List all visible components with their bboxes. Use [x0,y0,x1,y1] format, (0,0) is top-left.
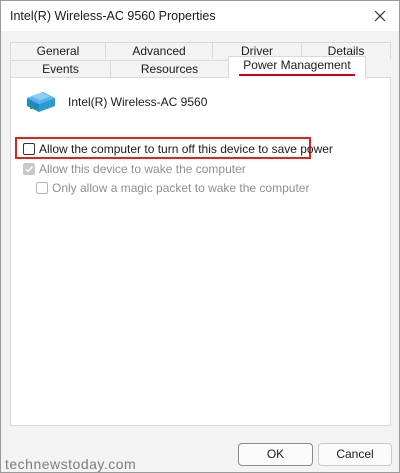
option-label: Allow this device to wake the computer [39,162,246,176]
magic-packet-checkbox[interactable] [36,182,48,194]
option-label: Allow the computer to turn off this devi… [39,142,333,156]
window-title: Intel(R) Wireless-AC 9560 Properties [10,9,216,23]
tab-resources[interactable]: Resources [110,60,229,77]
properties-dialog: Intel(R) Wireless-AC 9560 Properties Gen… [0,0,400,473]
tab-label: General [36,44,80,58]
device-name: Intel(R) Wireless-AC 9560 [68,95,208,109]
option-allow-wake[interactable]: Allow this device to wake the computer [23,162,246,176]
cancel-button[interactable]: Cancel [318,443,392,466]
allow-wake-checkbox[interactable] [23,163,35,175]
tab-label: Resources [140,62,199,76]
tab-events[interactable]: Events [10,60,111,77]
tab-label: Advanced [132,44,186,58]
option-allow-turn-off[interactable]: Allow the computer to turn off this devi… [23,142,333,156]
option-magic-packet[interactable]: Only allow a magic packet to wake the co… [36,181,309,195]
tab-general[interactable]: General [10,42,106,59]
power-management-panel: Intel(R) Wireless-AC 9560 Allow the comp… [10,77,391,426]
tab-label: Power Management [239,57,355,76]
tab-label: Events [42,62,79,76]
checkmark-icon [25,165,34,173]
allow-turn-off-checkbox[interactable] [23,143,35,155]
option-label: Only allow a magic packet to wake the co… [52,181,310,195]
close-icon [374,10,386,22]
watermark: technewstoday.com [5,456,137,472]
network-adapter-icon [27,92,55,112]
title-bar: Intel(R) Wireless-AC 9560 Properties [1,1,399,31]
ok-button[interactable]: OK [238,443,313,466]
tab-advanced[interactable]: Advanced [105,42,213,59]
close-button[interactable] [369,6,391,26]
tab-power-management[interactable]: Power Management [228,56,366,78]
